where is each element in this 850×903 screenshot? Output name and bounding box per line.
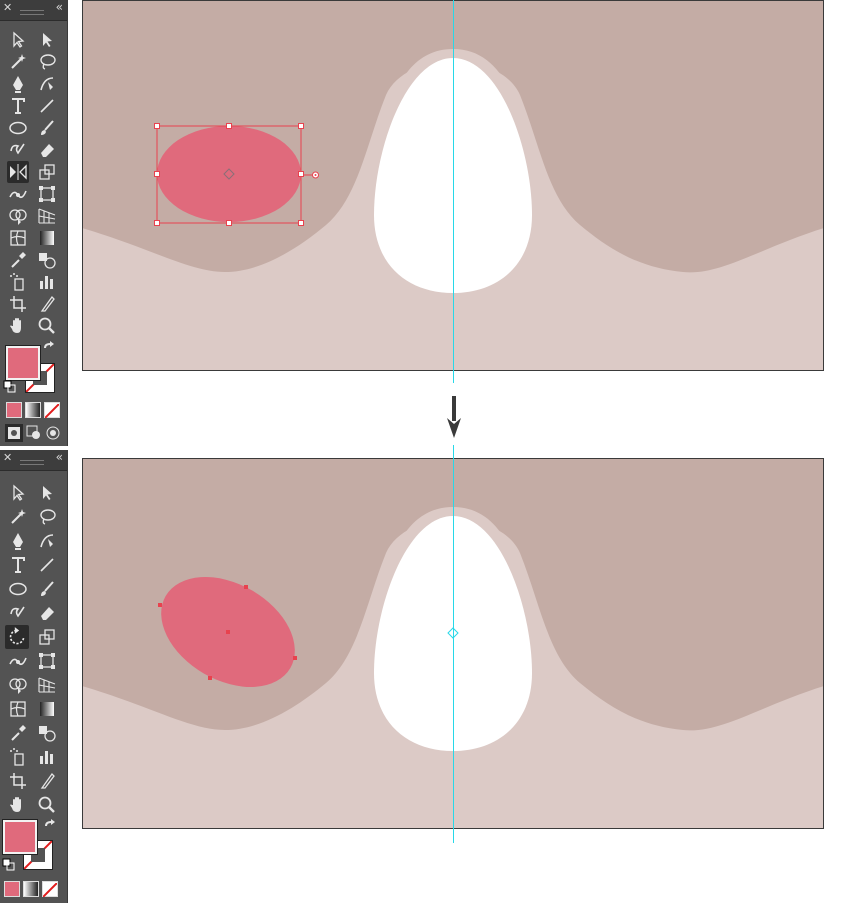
pink-ellipse[interactable] (157, 126, 301, 222)
arrow-down-icon (447, 396, 461, 438)
canvas[interactable] (0, 0, 850, 903)
widget-dot (314, 174, 317, 176)
